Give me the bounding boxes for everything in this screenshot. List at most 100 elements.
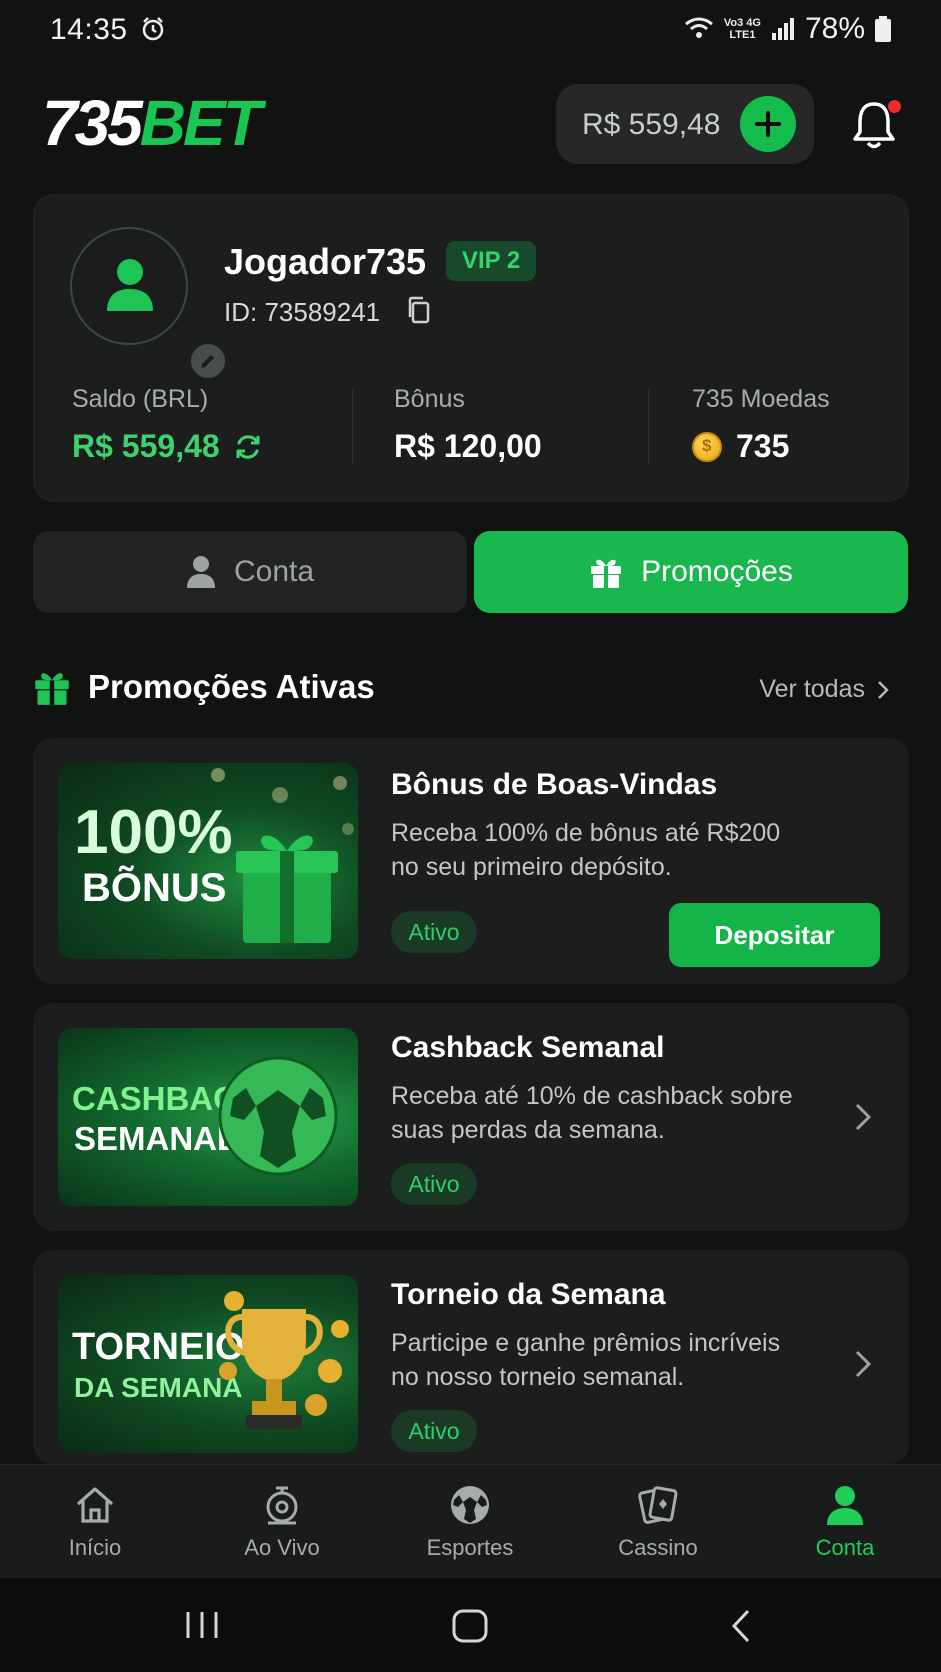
copy-icon[interactable] — [404, 295, 434, 325]
nav-item-cassino[interactable]: Cassino — [578, 1483, 738, 1561]
promo-banner-art: 100% BÕNUS — [74, 768, 354, 943]
edit-avatar-button[interactable] — [188, 341, 228, 381]
stat-divider — [648, 389, 649, 463]
stat-value-row: R$ 559,48 — [72, 428, 262, 465]
promo-banner-line2: BÕNUS — [82, 864, 226, 910]
gift-icon — [591, 559, 622, 588]
deposit-plus-button[interactable] — [740, 96, 796, 152]
stat-value: R$ 559,48 — [72, 428, 220, 464]
tab-label: Promoções — [641, 555, 793, 588]
promo-banner-art: TORNEIO DA SEMANA — [72, 1291, 349, 1429]
status-bar: 14:35 Vo3 4G LTE1 78% — [0, 0, 941, 60]
recent-apps-icon[interactable] — [182, 1608, 222, 1642]
promo-title: Torneio da Semana — [391, 1278, 666, 1311]
battery-icon — [875, 16, 891, 42]
nav-item-inicio[interactable]: Início — [15, 1483, 175, 1561]
gift-box-icon — [236, 835, 338, 943]
nav-label: Início — [68, 1535, 122, 1560]
stat-label: Bônus — [394, 385, 465, 413]
pencil-icon — [201, 355, 214, 368]
avatar[interactable] — [70, 227, 228, 381]
nav-label: Esportes — [426, 1535, 514, 1560]
promo-title: Cashback Semanal — [391, 1031, 665, 1064]
system-nav-bar — [0, 1578, 941, 1672]
user-icon — [186, 556, 215, 588]
promo-description: Participe e ganhe prêmios incríveis no n… — [391, 1329, 781, 1391]
nav-label: Cassino — [618, 1535, 698, 1560]
tab-label: Conta — [233, 555, 315, 588]
brand-logo[interactable]: 735 BET — [42, 87, 262, 159]
promo-image-welcome: 100% BÕNUS — [58, 763, 358, 959]
status-badge: Ativo — [391, 1163, 477, 1205]
stat-value: R$ 120,00 — [394, 428, 542, 464]
see-all-link[interactable]: Ver todas — [759, 675, 889, 704]
stat-value-row: 735 — [692, 428, 830, 465]
stat-label: 735 Moedas — [692, 385, 830, 413]
back-icon[interactable] — [726, 1608, 756, 1644]
cards-icon — [638, 1486, 678, 1524]
status-badge: Ativo — [391, 1410, 477, 1452]
bottom-nav: Início Ao Vivo Esportes Cassino Conta — [0, 1464, 941, 1578]
tab-conta[interactable]: Conta — [33, 531, 467, 613]
promo-image-cashback: CASHBACK SEMANAL — [58, 1028, 358, 1206]
network-label-2: LTE1 — [729, 29, 756, 41]
gift-icon — [35, 673, 69, 705]
soccer-ball-icon — [218, 1056, 338, 1176]
stat-balance: Saldo (BRL) R$ 559,48 — [72, 385, 262, 465]
profile-card: Jogador735 VIP 2 ID: 73589241 Saldo (BRL… — [33, 194, 909, 502]
promo-banner-line2: SEMANAL — [74, 1120, 237, 1157]
nav-item-conta[interactable]: Conta — [765, 1483, 925, 1561]
live-icon — [266, 1486, 298, 1525]
network-label: Vo3 4G — [723, 17, 761, 29]
nav-item-ao-vivo[interactable]: Ao Vivo — [202, 1483, 362, 1561]
user-icon — [827, 1486, 863, 1525]
promo-description: Receba 100% de bônus até R$200 no seu pr… — [391, 819, 781, 881]
tab-promocoes[interactable]: Promoções — [474, 531, 908, 613]
network-type: Vo3 4G LTE1 — [724, 17, 761, 41]
status-icons: Vo3 4G LTE1 78% — [684, 12, 891, 46]
promo-banner-line1: TORNEIO — [72, 1326, 244, 1368]
chevron-right-icon[interactable] — [853, 1101, 873, 1133]
section-title: Promoções Ativas — [88, 668, 375, 705]
user-id: ID: 73589241 — [224, 297, 381, 327]
promo-card[interactable]: 100% BÕNUS Bônus de Boas-Vindas Receba 1… — [33, 738, 909, 984]
promo-card[interactable]: CASHBACK SEMANAL Cashback Semanal Receba… — [33, 1003, 909, 1231]
depositar-button[interactable]: Depositar — [669, 903, 880, 967]
promo-banner-art: CASHBACK SEMANAL — [72, 1056, 338, 1176]
logo-number: 735 — [42, 87, 143, 159]
promo-banner-line1: 100% — [74, 798, 233, 867]
promo-banner-line2: DA SEMANA — [74, 1372, 243, 1403]
stat-coins: 735 Moedas 735 — [692, 385, 830, 465]
plus-icon — [755, 111, 781, 137]
promo-description: Receba até 10% de cashback sobre suas pe… — [391, 1082, 793, 1144]
vip-badge: VIP 2 — [446, 241, 537, 281]
battery-level: 78% — [804, 12, 865, 45]
nav-label: Ao Vivo — [244, 1535, 320, 1560]
user-avatar-icon — [107, 259, 153, 311]
home-icon — [76, 1487, 114, 1523]
alarm-icon — [142, 17, 164, 41]
status-time: 14:35 — [50, 13, 128, 46]
promo-card[interactable]: TORNEIO DA SEMANA Torneio da Semana Part… — [33, 1250, 909, 1464]
nav-label: Conta — [815, 1535, 875, 1560]
header-balance[interactable]: R$ 559,48 — [556, 84, 814, 164]
nav-item-esportes[interactable]: Esportes — [390, 1483, 550, 1561]
stat-bonus: Bônus R$ 120,00 — [394, 385, 542, 465]
logo-word: BET — [139, 87, 262, 159]
promo-image-tournament: TORNEIO DA SEMANA — [58, 1275, 358, 1453]
signal-icon — [771, 18, 794, 40]
stat-divider — [352, 389, 353, 463]
notification-dot — [888, 100, 901, 113]
soccer-ball-icon — [451, 1486, 489, 1524]
stat-value: 735 — [736, 428, 790, 464]
chevron-right-icon[interactable] — [853, 1348, 873, 1380]
wifi-icon — [684, 17, 713, 38]
promo-title: Bônus de Boas-Vindas — [391, 768, 718, 801]
status-badge: Ativo — [391, 911, 477, 953]
home-button-icon[interactable] — [451, 1608, 489, 1644]
see-all-label: Ver todas — [759, 675, 865, 703]
header-balance-value: R$ 559,48 — [582, 108, 721, 141]
username: Jogador735 — [224, 241, 427, 282]
coin-icon — [692, 431, 722, 462]
refresh-icon[interactable] — [234, 433, 262, 461]
